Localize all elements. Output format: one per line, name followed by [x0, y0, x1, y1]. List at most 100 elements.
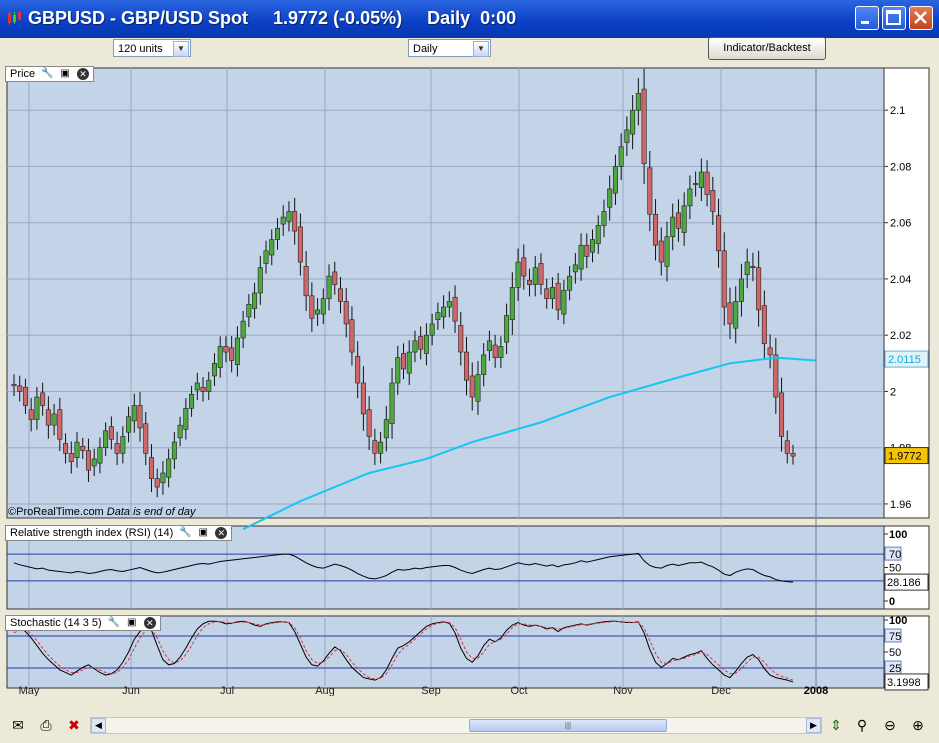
- candle-body: [11, 384, 17, 387]
- candle-body: [326, 275, 332, 299]
- candle-body: [590, 239, 596, 253]
- window-icon[interactable]: ▣: [59, 68, 71, 80]
- candle-body: [475, 374, 481, 402]
- candle-body: [452, 296, 458, 322]
- candle-body: [126, 416, 132, 433]
- wrench-icon[interactable]: 🔧: [108, 617, 120, 629]
- candle-body: [584, 244, 590, 257]
- candle-body: [400, 353, 406, 370]
- candle-body: [481, 354, 487, 375]
- candle-body: [687, 188, 693, 207]
- candle-body: [378, 441, 384, 454]
- mail-icon[interactable]: ✉: [8, 716, 28, 734]
- candle-body: [567, 275, 573, 291]
- window-icon[interactable]: ▣: [197, 527, 209, 539]
- chart-area: May Jun Jul Aug Sep Oct Nov Dec 2008 2.1 2.08 2.06 2…: [5, 66, 934, 696]
- zoom-region-icon[interactable]: ⚲: [852, 716, 872, 734]
- candle-body: [343, 301, 349, 325]
- candle-body: [360, 382, 366, 415]
- window-icon[interactable]: ▣: [126, 617, 138, 629]
- stoch-last-label: 3.1998: [887, 677, 921, 689]
- candlestick-app-icon: [8, 11, 21, 25]
- candle-body: [790, 453, 796, 457]
- horizontal-scrollbar[interactable]: ◀ ||| ▶: [90, 717, 822, 734]
- candle-body: [458, 325, 464, 353]
- period-select[interactable]: Daily ▼: [408, 39, 491, 57]
- price-tick-label: 2.02: [890, 330, 911, 342]
- candle-body: [658, 240, 664, 263]
- candle-body: [211, 363, 217, 377]
- stoch-tick-label: 50: [889, 647, 901, 659]
- candle-body: [366, 409, 372, 437]
- candle-body: [681, 205, 687, 233]
- candle-body: [63, 443, 69, 454]
- candle-body: [189, 393, 195, 409]
- scroll-left-button[interactable]: ◀: [91, 718, 106, 733]
- scroll-right-button[interactable]: ▶: [806, 718, 821, 733]
- scroll-thumb[interactable]: |||: [469, 719, 667, 732]
- candle-body: [492, 344, 498, 358]
- candle-body: [68, 453, 74, 463]
- wrench-icon[interactable]: 🔧: [41, 68, 53, 80]
- candle-body: [74, 441, 80, 458]
- candle-body: [309, 295, 315, 319]
- close-button[interactable]: [909, 6, 933, 30]
- candle-body: [664, 236, 670, 267]
- candle-body: [418, 336, 424, 350]
- close-icon: [914, 11, 927, 24]
- wrench-icon[interactable]: 🔧: [179, 527, 191, 539]
- candle-body: [572, 264, 578, 273]
- candle-body: [761, 305, 767, 344]
- candle-body: [395, 357, 401, 384]
- indicator-backtest-button[interactable]: Indicator/Backtest: [708, 37, 826, 60]
- candle-body: [154, 478, 160, 488]
- candle-body: [630, 109, 636, 135]
- candle-body: [423, 334, 429, 354]
- rsi-last-label: 28.186: [887, 577, 921, 589]
- candle-body: [120, 436, 126, 454]
- candle-body: [372, 440, 378, 454]
- chevron-down-icon: ▼: [173, 41, 189, 57]
- units-select[interactable]: 120 units ▼: [113, 39, 191, 57]
- watermark-note: Data is end of day: [106, 506, 196, 518]
- candle-body: [292, 211, 298, 232]
- zoom-in-icon[interactable]: ⊕: [908, 716, 928, 734]
- candle-body: [45, 409, 51, 426]
- candle-body: [17, 385, 23, 392]
- candle-body: [177, 424, 183, 439]
- candle-body: [607, 188, 613, 208]
- candle-body: [670, 216, 676, 238]
- candle-body: [183, 408, 189, 430]
- x-tick-label: May: [19, 685, 40, 696]
- rsi-tick-label: 0: [889, 596, 895, 608]
- candle-body: [160, 472, 166, 484]
- zoom-out-icon[interactable]: ⊖: [880, 716, 900, 734]
- rsi-panel-header: Relative strength index (RSI) (14) 🔧 ▣ ✕: [5, 525, 233, 541]
- candle-body: [767, 347, 773, 356]
- disconnect-icon[interactable]: ✖: [64, 716, 84, 734]
- units-select-value: 120 units: [118, 43, 163, 55]
- candle-body: [143, 423, 149, 454]
- x-tick-label: Nov: [613, 685, 633, 696]
- chart-canvas[interactable]: May Jun Jul Aug Sep Oct Nov Dec 20082.12.082.062…: [5, 66, 934, 696]
- maximize-icon: [886, 10, 901, 25]
- price-tick-label: 2.04: [890, 274, 911, 286]
- close-panel-icon[interactable]: ✕: [77, 68, 90, 80]
- chart-tools-icon[interactable]: ⇕: [826, 716, 846, 734]
- minimize-button[interactable]: [855, 6, 879, 30]
- candle-body: [200, 386, 206, 392]
- candle-body: [137, 405, 143, 429]
- print-icon[interactable]: ⎙: [36, 716, 56, 734]
- candle-body: [578, 244, 584, 270]
- close-panel-icon[interactable]: ✕: [143, 617, 156, 629]
- rsi-tick-label: 100: [889, 529, 907, 541]
- candle-body: [406, 351, 412, 374]
- candle-body: [51, 413, 57, 426]
- maximize-button[interactable]: [882, 6, 906, 30]
- x-tick-label: Sep: [421, 685, 441, 696]
- candle-body: [464, 351, 470, 381]
- candle-body: [527, 280, 533, 285]
- candle-body: [738, 278, 744, 302]
- candle-body: [698, 171, 704, 188]
- close-panel-icon[interactable]: ✕: [215, 527, 228, 539]
